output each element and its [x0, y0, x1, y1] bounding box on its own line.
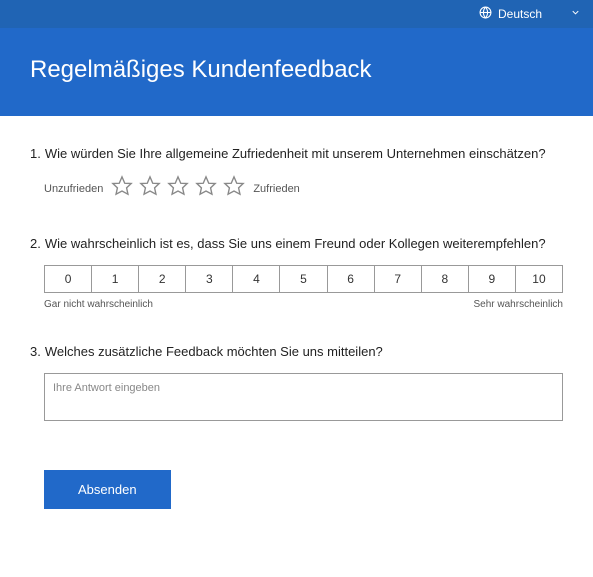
- header: Regelmäßiges Kundenfeedback: [0, 28, 593, 116]
- nps-option[interactable]: 1: [92, 266, 139, 292]
- nps-option[interactable]: 8: [422, 266, 469, 292]
- nps-option[interactable]: 0: [45, 266, 92, 292]
- language-label: Deutsch: [498, 7, 542, 21]
- chevron-down-icon: [570, 7, 581, 21]
- nps-option[interactable]: 3: [186, 266, 233, 292]
- nps-scale: 0 1 2 3 4 5 6 7 8 9 10: [44, 265, 563, 293]
- question-number: 2.: [30, 236, 41, 251]
- question-number: 1.: [30, 146, 41, 161]
- star-icon[interactable]: [223, 175, 245, 202]
- nps-option[interactable]: 2: [139, 266, 186, 292]
- feedback-input[interactable]: [44, 373, 563, 421]
- question-1: 1. Wie würden Sie Ihre allgemeine Zufrie…: [30, 146, 563, 202]
- nps-option[interactable]: 4: [233, 266, 280, 292]
- survey-content: 1. Wie würden Sie Ihre allgemeine Zufrie…: [0, 116, 593, 529]
- nps-option[interactable]: 7: [375, 266, 422, 292]
- language-selector[interactable]: Deutsch: [475, 4, 585, 24]
- star-icon[interactable]: [139, 175, 161, 202]
- question-text: Welches zusätzliche Feedback möchten Sie…: [45, 344, 383, 359]
- nps-option[interactable]: 5: [280, 266, 327, 292]
- language-bar: Deutsch: [0, 0, 593, 28]
- star-icon[interactable]: [167, 175, 189, 202]
- question-number: 3.: [30, 344, 41, 359]
- submit-button[interactable]: Absenden: [44, 470, 171, 509]
- star-icon[interactable]: [111, 175, 133, 202]
- page-title: Regelmäßiges Kundenfeedback: [30, 56, 563, 84]
- star-rating: Unzufrieden Zufrieden: [30, 175, 563, 202]
- nps-option[interactable]: 9: [469, 266, 516, 292]
- nps-label-low: Gar nicht wahrscheinlich: [44, 299, 153, 310]
- rating-label-high: Zufrieden: [253, 183, 299, 195]
- nps-option[interactable]: 10: [516, 266, 562, 292]
- globe-icon: [479, 6, 492, 22]
- rating-label-low: Unzufrieden: [44, 183, 103, 195]
- question-text: Wie wahrscheinlich ist es, dass Sie uns …: [45, 236, 546, 251]
- question-3: 3. Welches zusätzliche Feedback möchten …: [30, 344, 563, 426]
- star-icon[interactable]: [195, 175, 217, 202]
- nps-label-high: Sehr wahrscheinlich: [474, 299, 564, 310]
- nps-option[interactable]: 6: [328, 266, 375, 292]
- question-2: 2. Wie wahrscheinlich ist es, dass Sie u…: [30, 236, 563, 310]
- question-text: Wie würden Sie Ihre allgemeine Zufrieden…: [45, 146, 546, 161]
